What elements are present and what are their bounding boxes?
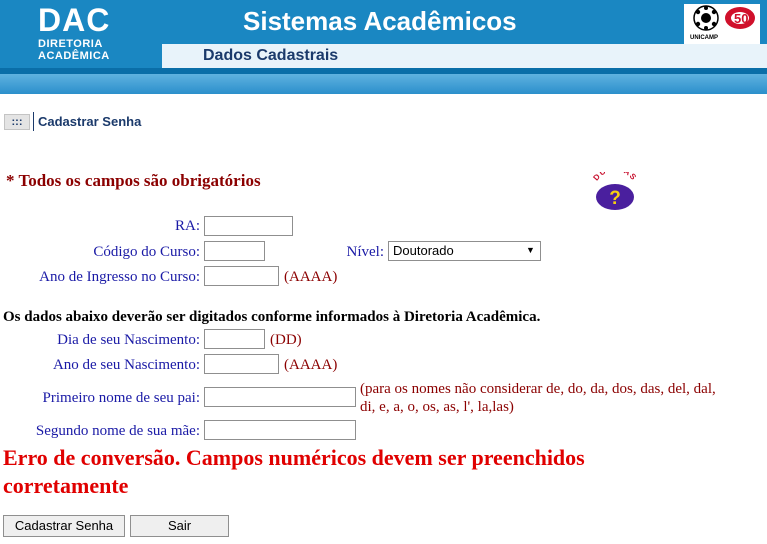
dia-nascimento-hint: (DD) — [270, 332, 302, 348]
ano-nascimento-hint: (AAAA) — [284, 357, 338, 373]
breadcrumb-current: Cadastrar Senha — [38, 114, 142, 129]
required-fields-notice: * Todos os campos são obrigatórios — [6, 171, 261, 190]
nivel-label: Nível: — [346, 244, 385, 260]
dac-logo-subtitle-2: ACADÊMICA — [38, 50, 110, 62]
breadcrumb-separator — [33, 112, 34, 131]
ra-input[interactable] — [204, 216, 293, 236]
duvidas-help-icon[interactable]: DÚVIDAS ? — [590, 164, 640, 212]
nome-pai-label: Primeiro nome de seu pai: — [42, 390, 200, 406]
ra-label: RA: — [174, 218, 200, 234]
codigo-curso-label: Código do Curso: — [93, 244, 200, 260]
svg-text:50: 50 — [734, 11, 748, 26]
sair-button[interactable]: Sair — [130, 515, 229, 537]
nivel-select[interactable]: Doutorado — [388, 241, 541, 261]
chevron-down-icon: ▼ — [526, 245, 535, 255]
cadastrar-senha-button[interactable]: Cadastrar Senha — [3, 515, 125, 537]
error-line-1: Erro de conversão. Campos numéricos deve… — [3, 445, 585, 470]
unicamp-label: UNICAMP — [690, 35, 718, 41]
ano-ingresso-input[interactable] — [204, 266, 279, 286]
dados-instruction: Os dados abaixo deverão ser digitados co… — [3, 309, 541, 325]
nome-pai-hint-1: (para os nomes não considerar de, do, da… — [360, 381, 716, 397]
header-band — [0, 74, 767, 94]
ano-nascimento-input[interactable] — [204, 354, 279, 374]
nome-pai-input[interactable] — [204, 387, 356, 407]
svg-text:DÚVIDAS: DÚVIDAS — [591, 172, 638, 182]
dia-nascimento-label: Dia de seu Nascimento: — [57, 332, 200, 348]
ano-nascimento-label: Ano de seu Nascimento: — [52, 357, 200, 373]
page-title: Sistemas Acadêmicos — [243, 6, 517, 36]
menu-button[interactable]: ::: — [4, 114, 30, 130]
dac-logo-subtitle-1: DIRETORIA — [38, 38, 103, 50]
help-icon: DÚVIDAS ? — [591, 164, 638, 210]
svg-text:?: ? — [609, 188, 621, 209]
error-message: Erro de conversão. Campos numéricos deve… — [3, 444, 703, 500]
ano-ingresso-hint: (AAAA) — [284, 269, 338, 285]
error-line-2: corretamente — [3, 473, 129, 498]
codigo-curso-input[interactable] — [204, 241, 265, 261]
ano-ingresso-label: Ano de Ingresso no Curso: — [39, 269, 200, 285]
nome-mae-input[interactable] — [204, 420, 356, 440]
nome-mae-label: Segundo nome de sua mãe: — [35, 423, 200, 439]
dia-nascimento-input[interactable] — [204, 329, 265, 349]
page-subtitle: Dados Cadastrais — [203, 47, 339, 64]
nome-pai-hint-2: di, e, a, o, os, as, l', la,las) — [360, 399, 514, 415]
dac-logo: DAC — [38, 2, 111, 38]
